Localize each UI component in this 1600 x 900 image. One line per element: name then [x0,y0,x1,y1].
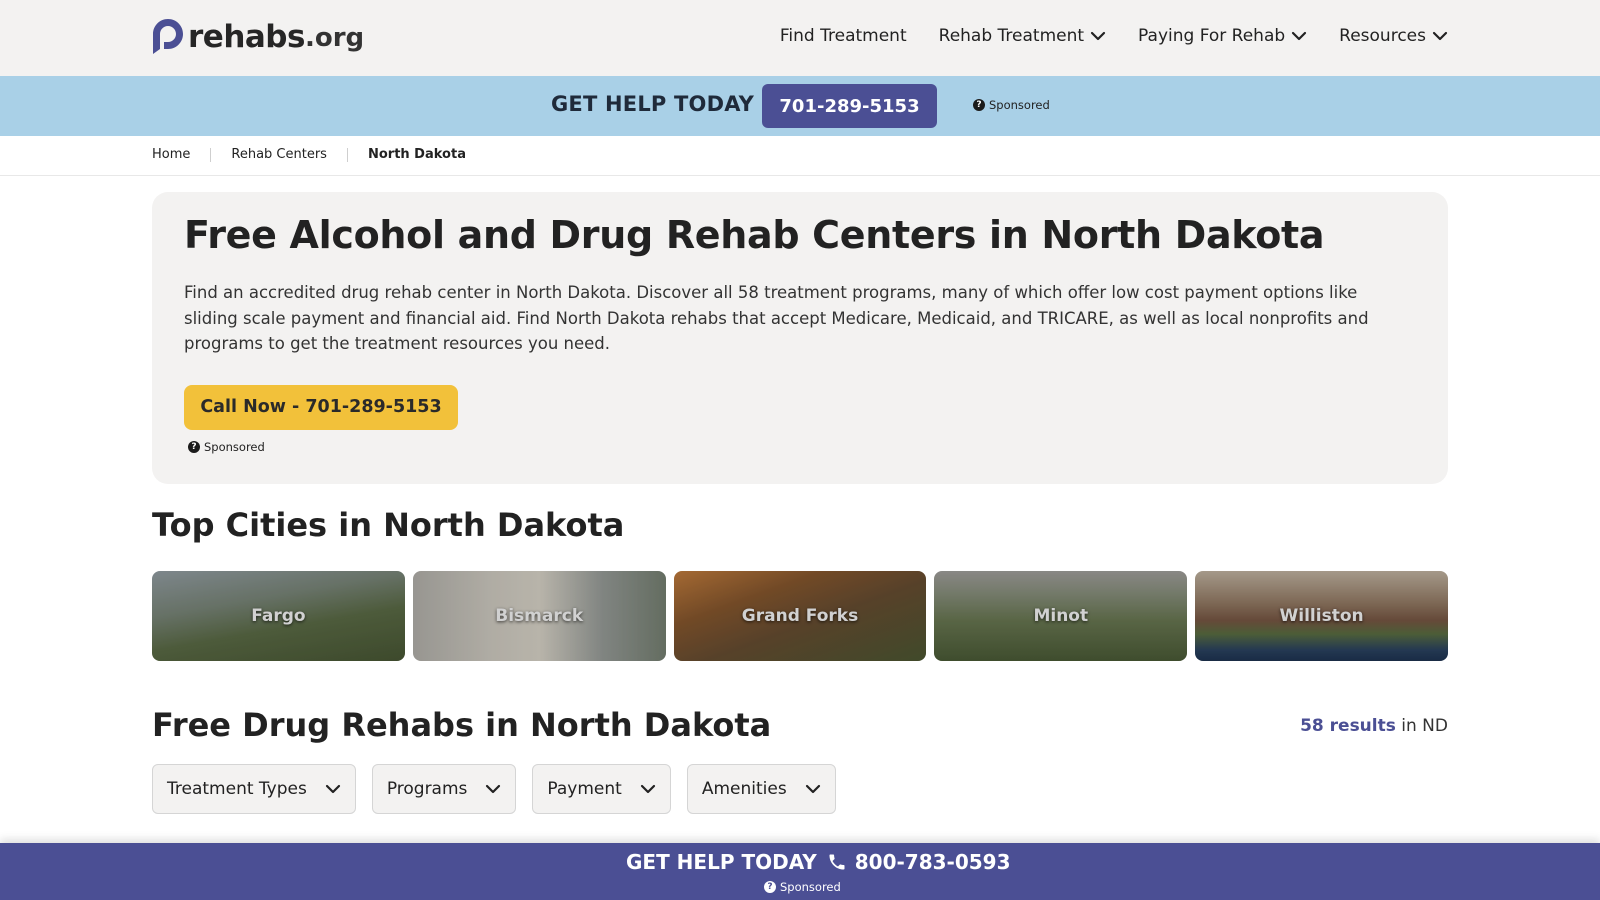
city-cards: Fargo Bismarck Grand Forks Minot Willist… [152,571,1448,661]
phone-icon [829,854,845,870]
nav-label: Paying For Rehab [1138,26,1286,46]
site-header: rehabs .org Find Treatment Rehab Treatme… [0,0,1600,76]
sponsored-label[interactable]: ? Sponsored [973,98,1050,112]
rehabs-heading: Free Drug Rehabs in North Dakota [152,706,772,744]
nav-label: Rehab Treatment [938,26,1085,46]
logo-tld: .org [304,23,365,53]
nav-label: Resources [1339,26,1426,46]
results-count: 58 results [1300,716,1396,736]
chevron-down-icon [486,784,501,794]
question-icon: ? [188,440,200,453]
filter-treatment-types[interactable]: Treatment Types [152,764,356,814]
results-summary: 58 results in ND [1300,716,1448,736]
sponsored-label[interactable]: ? Sponsored [764,880,841,894]
page-title: Free Alcohol and Drug Rehab Centers in N… [184,213,1325,257]
nav-rehab-treatment[interactable]: Rehab Treatment [939,26,1106,46]
help-banner: GET HELP TODAY 701-289-5153 ? Sponsored [0,76,1600,136]
filter-programs[interactable]: Programs [371,764,517,814]
nav-resources[interactable]: Resources [1339,26,1448,46]
question-icon: ? [764,881,776,893]
breadcrumb-current: North Dakota [367,147,466,162]
breadcrumb-home[interactable]: Home [152,147,190,162]
sticky-cta[interactable]: GET HELP TODAY 800-783-0593 [626,850,1011,874]
city-card-bismarck[interactable]: Bismarck [412,571,666,661]
chevron-down-icon [1432,31,1448,41]
chevron-down-icon [325,784,340,794]
breadcrumb-divider [346,147,348,162]
city-label: Fargo [251,606,306,626]
nav-find-treatment[interactable]: Find Treatment [780,26,907,46]
sticky-phone: 800-783-0593 [854,850,1011,874]
breadcrumb-rehab-centers[interactable]: Rehab Centers [231,147,327,162]
site-logo[interactable]: rehabs .org [152,18,364,56]
results-region: in ND [1395,716,1448,736]
help-banner-title: GET HELP TODAY [551,92,755,116]
filter-bar: Treatment Types Programs Payment Ameniti… [152,764,836,814]
chevron-down-icon [640,784,655,794]
breadcrumb-divider [210,147,212,162]
filter-amenities[interactable]: Amenities [686,764,836,814]
sponsored-text: Sponsored [989,98,1050,112]
city-card-fargo[interactable]: Fargo [152,571,405,661]
hero-description: Find an accredited drug rehab center in … [184,283,1369,353]
chevron-down-icon [1090,31,1106,41]
city-label: Minot [1033,606,1089,626]
city-card-minot[interactable]: Minot [934,571,1188,661]
filter-payment[interactable]: Payment [532,764,671,814]
chevron-down-icon [1292,31,1307,41]
chevron-down-icon [805,784,820,794]
sponsored-label[interactable]: ? Sponsored [188,440,1416,454]
filter-label: Payment [547,779,622,799]
call-now-button[interactable]: Call Now - 701-289-5153 [184,384,458,430]
filter-label: Treatment Types [167,779,307,799]
logo-name: rehabs [188,19,305,55]
filter-label: Amenities [701,779,787,799]
filter-label: Programs [386,779,468,799]
logo-pin-icon [153,19,183,54]
city-label: Bismarck [495,606,584,626]
hero-panel: Free Alcohol and Drug Rehab Centers in N… [152,192,1448,484]
top-cities-heading: Top Cities in North Dakota [152,506,625,544]
sponsored-text: Sponsored [204,439,265,454]
city-card-williston[interactable]: Williston [1195,571,1448,661]
sticky-help-bar[interactable]: GET HELP TODAY 800-783-0593 ? Sponsored [0,843,1600,900]
nav-label: Find Treatment [779,26,907,46]
city-label: Grand Forks [741,606,859,626]
city-card-grand-forks[interactable]: Grand Forks [673,571,927,661]
sponsored-text: Sponsored [780,880,841,894]
nav-paying-for-rehab[interactable]: Paying For Rehab [1138,26,1307,46]
city-label: Williston [1279,606,1364,626]
question-icon: ? [973,99,985,111]
main-nav: Find Treatment Rehab Treatment Paying Fo… [780,26,1448,46]
sticky-title: GET HELP TODAY [626,850,817,874]
help-phone-button[interactable]: 701-289-5153 [762,84,937,128]
breadcrumb: Home Rehab Centers North Dakota [0,136,1600,176]
